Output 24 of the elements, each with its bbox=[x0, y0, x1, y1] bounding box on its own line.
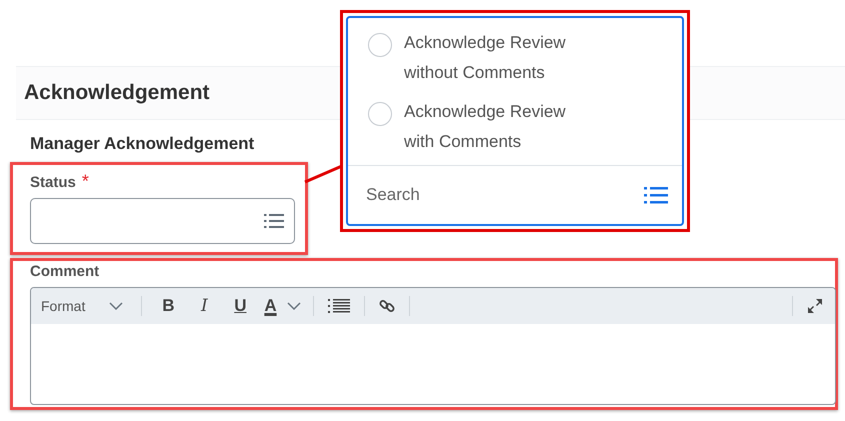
radio-option[interactable]: Acknowledge Review with Comments bbox=[368, 97, 662, 157]
format-select[interactable]: Format bbox=[41, 298, 134, 314]
text-color-button[interactable]: A bbox=[264, 296, 305, 316]
radio-button[interactable] bbox=[368, 102, 392, 126]
bold-button[interactable]: B bbox=[150, 296, 186, 316]
status-select[interactable] bbox=[30, 198, 295, 244]
list-icon[interactable] bbox=[644, 186, 668, 204]
chevron-down-icon bbox=[109, 302, 124, 310]
italic-button[interactable]: I bbox=[186, 296, 222, 316]
underline-button[interactable]: U bbox=[222, 296, 258, 316]
list-icon bbox=[264, 213, 284, 229]
subsection-title: Manager Acknowledgement bbox=[30, 134, 254, 154]
comment-label: Comment bbox=[30, 263, 100, 280]
section-title: Acknowledgement bbox=[24, 81, 210, 105]
expand-icon[interactable] bbox=[807, 298, 823, 314]
link-icon[interactable] bbox=[378, 298, 395, 314]
search-field[interactable]: Search bbox=[366, 185, 644, 205]
required-mark: * bbox=[82, 171, 89, 192]
chevron-down-icon bbox=[286, 302, 301, 310]
radio-button[interactable] bbox=[368, 33, 392, 57]
status-label: Status bbox=[30, 174, 76, 191]
radio-option[interactable]: Acknowledge Review without Comments bbox=[368, 28, 662, 88]
comment-editor[interactable]: Format B I U A bbox=[30, 287, 836, 405]
bullet-list-icon[interactable] bbox=[328, 299, 350, 313]
